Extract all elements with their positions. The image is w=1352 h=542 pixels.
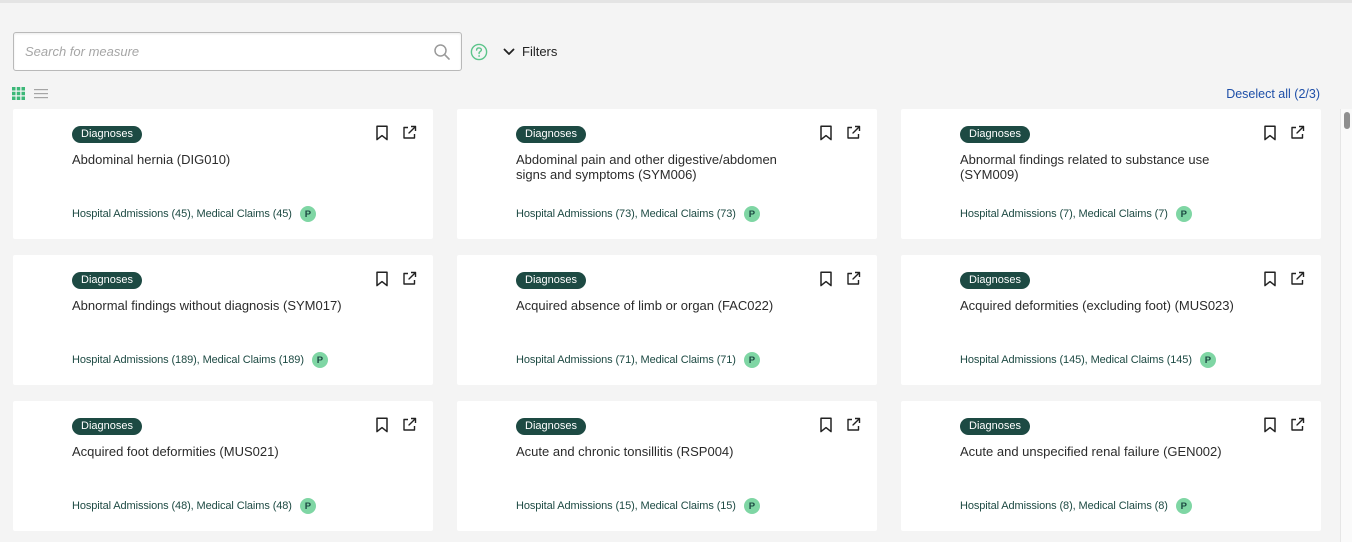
help-circle-icon[interactable] bbox=[470, 43, 488, 61]
category-badge: Diagnoses bbox=[960, 126, 1030, 143]
chevron-down-icon bbox=[503, 48, 515, 55]
measure-sources-row: Hospital Admissions (48), Medical Claims… bbox=[72, 498, 316, 514]
measure-title: Abnormal findings without diagnosis (SYM… bbox=[72, 298, 342, 313]
measure-title: Acquired absence of limb or organ (FAC02… bbox=[516, 298, 774, 313]
p-badge: P bbox=[311, 352, 328, 368]
scrollbar[interactable] bbox=[1340, 109, 1352, 542]
bookmark-icon[interactable] bbox=[1263, 271, 1277, 287]
category-badge: Diagnoses bbox=[72, 418, 142, 435]
filters-label: Filters bbox=[522, 44, 558, 59]
toolbar: Filters bbox=[13, 32, 557, 71]
p-badge: P bbox=[1199, 352, 1216, 368]
measure-sources-row: Hospital Admissions (7), Medical Claims … bbox=[960, 206, 1192, 222]
top-border bbox=[0, 0, 1352, 3]
bookmark-icon[interactable] bbox=[1263, 417, 1277, 433]
bookmark-icon[interactable] bbox=[819, 125, 833, 141]
measure-title: Acquired deformities (excluding foot) (M… bbox=[960, 298, 1234, 313]
deselect-all-link[interactable]: Deselect all (2/3) bbox=[1226, 87, 1320, 101]
measure-title: Abnormal findings related to substance u… bbox=[960, 152, 1210, 182]
bookmark-icon[interactable] bbox=[375, 417, 389, 433]
measure-card[interactable]: Diagnoses Acquired absence of limb or or… bbox=[457, 255, 877, 385]
external-link-icon[interactable] bbox=[402, 271, 417, 286]
search-input[interactable] bbox=[14, 33, 424, 70]
bookmark-icon[interactable] bbox=[1263, 125, 1277, 141]
category-badge: Diagnoses bbox=[72, 126, 142, 143]
external-link-icon[interactable] bbox=[846, 125, 861, 140]
measure-card[interactable]: Diagnoses Acquired foot deformities (MUS… bbox=[13, 401, 433, 531]
measure-card[interactable]: Diagnoses Abnormal findings without diag… bbox=[13, 255, 433, 385]
external-link-icon[interactable] bbox=[1290, 417, 1305, 432]
measure-sources: Hospital Admissions (8), Medical Claims … bbox=[960, 500, 1168, 512]
external-link-icon[interactable] bbox=[402, 125, 417, 140]
measure-card[interactable]: Diagnoses Abnormal findings related to s… bbox=[901, 109, 1321, 239]
category-badge: Diagnoses bbox=[960, 272, 1030, 289]
measure-sources-row: Hospital Admissions (189), Medical Claim… bbox=[72, 352, 328, 368]
measure-sources-row: Hospital Admissions (15), Medical Claims… bbox=[516, 498, 760, 514]
bookmark-icon[interactable] bbox=[819, 417, 833, 433]
list-view-icon[interactable] bbox=[34, 87, 48, 100]
grid-view-icon[interactable] bbox=[12, 87, 25, 100]
measure-title: Acute and unspecified renal failure (GEN… bbox=[960, 444, 1222, 459]
external-link-icon[interactable] bbox=[1290, 271, 1305, 286]
bookmark-icon[interactable] bbox=[375, 271, 389, 287]
search-icon[interactable] bbox=[433, 43, 451, 61]
category-badge: Diagnoses bbox=[72, 272, 142, 289]
measure-sources: Hospital Admissions (189), Medical Claim… bbox=[72, 354, 304, 366]
p-badge: P bbox=[743, 352, 760, 368]
measure-title: Acute and chronic tonsillitis (RSP004) bbox=[516, 444, 734, 459]
measure-card[interactable]: Diagnoses Acquired deformities (excludin… bbox=[901, 255, 1321, 385]
measure-title: Abdominal hernia (DIG010) bbox=[72, 152, 231, 167]
filters-toggle[interactable]: Filters bbox=[502, 44, 557, 59]
bookmark-icon[interactable] bbox=[819, 271, 833, 287]
measure-title: Abdominal pain and other digestive/abdom… bbox=[516, 152, 777, 182]
external-link-icon[interactable] bbox=[846, 417, 861, 432]
measure-card[interactable]: Diagnoses Acute and unspecified renal fa… bbox=[901, 401, 1321, 531]
category-badge: Diagnoses bbox=[516, 126, 586, 143]
measure-sources-row: Hospital Admissions (71), Medical Claims… bbox=[516, 352, 760, 368]
measure-sources-row: Hospital Admissions (145), Medical Claim… bbox=[960, 352, 1216, 368]
category-badge: Diagnoses bbox=[516, 272, 586, 289]
measure-sources: Hospital Admissions (15), Medical Claims… bbox=[516, 500, 736, 512]
measure-sources: Hospital Admissions (73), Medical Claims… bbox=[516, 208, 736, 220]
measure-sources: Hospital Admissions (45), Medical Claims… bbox=[72, 208, 292, 220]
category-badge: Diagnoses bbox=[960, 418, 1030, 435]
p-badge: P bbox=[299, 206, 316, 222]
measure-card[interactable]: Diagnoses Acute and chronic tonsillitis … bbox=[457, 401, 877, 531]
measure-card[interactable]: Diagnoses Abdominal hernia (DIG010) Hosp… bbox=[13, 109, 433, 239]
p-badge: P bbox=[743, 498, 760, 514]
measure-card[interactable]: Diagnoses Abdominal pain and other diges… bbox=[457, 109, 877, 239]
search-box[interactable] bbox=[13, 32, 462, 71]
external-link-icon[interactable] bbox=[402, 417, 417, 432]
measure-sources: Hospital Admissions (48), Medical Claims… bbox=[72, 500, 292, 512]
measure-sources-row: Hospital Admissions (45), Medical Claims… bbox=[72, 206, 316, 222]
measure-sources: Hospital Admissions (71), Medical Claims… bbox=[516, 354, 736, 366]
measure-sources: Hospital Admissions (7), Medical Claims … bbox=[960, 208, 1168, 220]
p-badge: P bbox=[1175, 206, 1192, 222]
category-badge: Diagnoses bbox=[516, 418, 586, 435]
external-link-icon[interactable] bbox=[1290, 125, 1305, 140]
external-link-icon[interactable] bbox=[846, 271, 861, 286]
measure-sources-row: Hospital Admissions (73), Medical Claims… bbox=[516, 206, 760, 222]
measure-sources-row: Hospital Admissions (8), Medical Claims … bbox=[960, 498, 1192, 514]
measure-card-grid: Diagnoses Abdominal hernia (DIG010) Hosp… bbox=[13, 109, 1321, 531]
p-badge: P bbox=[299, 498, 316, 514]
p-badge: P bbox=[743, 206, 760, 222]
scrollbar-thumb[interactable] bbox=[1344, 112, 1350, 129]
view-toggle bbox=[12, 87, 48, 100]
p-badge: P bbox=[1175, 498, 1192, 514]
measure-title: Acquired foot deformities (MUS021) bbox=[72, 444, 279, 459]
bookmark-icon[interactable] bbox=[375, 125, 389, 141]
measure-sources: Hospital Admissions (145), Medical Claim… bbox=[960, 354, 1192, 366]
